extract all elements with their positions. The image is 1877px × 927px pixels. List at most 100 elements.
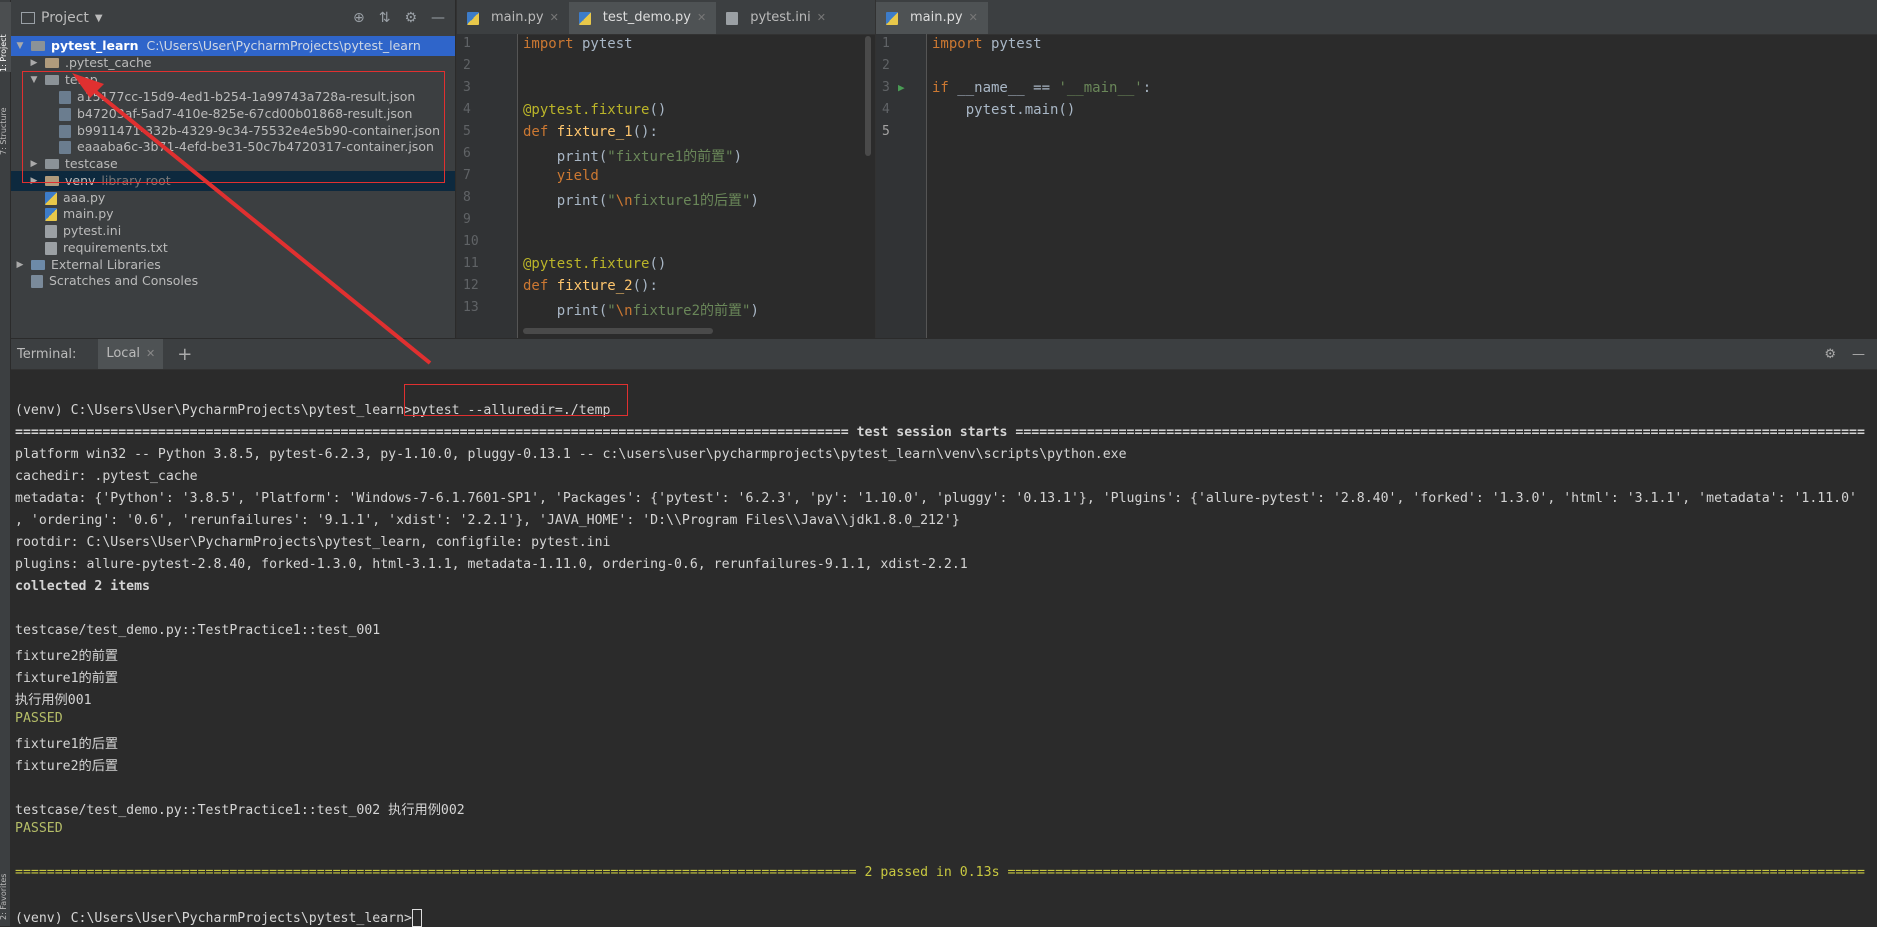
terminal-line: testcase/test_demo.py::TestPractice1::te…	[15, 803, 465, 818]
close-icon[interactable]: ✕	[550, 2, 559, 34]
terminal-line: 执行用例001	[15, 693, 92, 708]
terminal-line: cachedir: .pytest_cache	[15, 469, 198, 484]
editor-right-tabs: main.py ✕	[876, 0, 1877, 35]
code-line: yield	[556, 168, 599, 184]
close-icon[interactable]: ✕	[146, 339, 155, 369]
terminal-tab-local[interactable]: Local ✕	[98, 339, 164, 369]
project-view-selector[interactable]: Project ▼	[21, 10, 103, 26]
line-number: 3	[463, 80, 471, 95]
line-number: 2	[463, 58, 471, 73]
terminal-line: (venv) C:\Users\User\PycharmProjects\pyt…	[15, 909, 422, 927]
terminal-line: PASSED	[15, 821, 63, 836]
h-scrollbar[interactable]	[523, 328, 713, 334]
code-line: def fixture_1():	[523, 124, 658, 140]
code-line: def fixture_2():	[523, 278, 658, 294]
terminal-line: ========================================…	[15, 425, 1865, 440]
terminal-line: fixture2的前置	[15, 649, 119, 664]
editor-left: main.py ✕ test_demo.py ✕ pytest.ini ✕ 1 impo…	[456, 0, 875, 338]
tab-pytest-ini[interactable]: pytest.ini ✕	[716, 2, 836, 34]
code-line: print("\nfixture1的后置")	[523, 193, 759, 209]
python-file-icon	[467, 11, 479, 25]
scratches-icon	[31, 274, 43, 288]
minimize-icon[interactable]: —	[1852, 347, 1865, 362]
current-line-highlight	[927, 124, 1877, 146]
locate-icon[interactable]: ⊕	[353, 10, 365, 26]
folder-icon	[45, 58, 59, 68]
library-icon	[31, 260, 45, 270]
terminal-line: PASSED	[15, 711, 63, 726]
code-area[interactable]: 1 import pytest 2 3 if __name__ == '__main__…	[876, 34, 1877, 338]
terminal-line: rootdir: C:\Users\User\PycharmProjects\p…	[15, 535, 611, 550]
text-file-icon	[45, 241, 57, 255]
line-number: 4	[463, 102, 471, 117]
python-file-icon	[45, 191, 57, 205]
terminal-toolbar: Terminal: Local ✕ + ⚙ —	[11, 339, 1877, 370]
python-file-icon	[886, 11, 898, 25]
close-icon[interactable]: ✕	[969, 2, 978, 34]
line-number: 10	[463, 234, 479, 249]
gear-icon[interactable]: ⚙	[1824, 347, 1836, 362]
line-number: 8	[463, 190, 471, 205]
code-line: pytest.main()	[932, 102, 1076, 118]
line-number: 13	[463, 300, 479, 315]
code-line: print("fixture1的前置")	[523, 149, 743, 165]
new-terminal-icon[interactable]: +	[177, 344, 192, 365]
terminal-line: metadata: {'Python': '3.8.5', 'Platform'…	[15, 491, 1857, 506]
python-file-icon	[45, 207, 57, 221]
terminal-line: plugins: allure-pytest-2.8.40, forked-1.…	[15, 557, 968, 572]
ini-file-icon	[726, 11, 739, 25]
minimize-icon[interactable]: —	[431, 10, 445, 26]
line-number: 1	[882, 36, 890, 51]
project-title: Project	[41, 10, 89, 26]
annotation-box-temp	[22, 71, 445, 183]
line-number: 6	[463, 146, 471, 161]
terminal-label: Terminal:	[17, 346, 77, 362]
collapse-all-icon[interactable]: ⇅	[379, 10, 391, 26]
scrollbar[interactable]	[865, 36, 871, 156]
favorites-tool-tab[interactable]: 2: Favorites	[0, 850, 11, 920]
code-line: print("\nfixture2的前置")	[523, 303, 759, 319]
tree-item[interactable]: Scratches and Consoles	[11, 271, 455, 291]
tab-main-py[interactable]: main.py ✕	[457, 2, 569, 34]
terminal-line: fixture1的前置	[15, 671, 119, 686]
folder-icon	[31, 41, 45, 51]
gear-icon[interactable]: ⚙	[404, 10, 417, 26]
run-icon[interactable]: ▶	[898, 81, 905, 94]
code-line: if __name__ == '__main__':	[932, 80, 1152, 96]
line-number: 12	[463, 278, 479, 293]
line-number: 7	[463, 168, 471, 183]
terminal-line: platform win32 -- Python 3.8.5, pytest-6…	[15, 447, 1127, 462]
project-icon	[21, 12, 35, 24]
close-icon[interactable]: ✕	[697, 2, 706, 34]
structure-tool-tab[interactable]: 7: Structure	[0, 85, 11, 155]
line-number: 5	[463, 124, 471, 139]
terminal-line: ========================================…	[15, 865, 1865, 880]
text-file-icon	[45, 224, 57, 238]
python-file-icon	[578, 11, 591, 25]
project-tool-tab[interactable]: 1: Project	[0, 2, 11, 72]
code-line: import pytest	[932, 36, 1042, 52]
tab-test-demo-py[interactable]: test_demo.py ✕	[568, 2, 717, 34]
terminal-line: collected 2 items	[15, 579, 150, 594]
code-line: import pytest	[523, 36, 633, 52]
code-area[interactable]: 1 import pytest 2 3 4 @pytest.fixture() 5 def f…	[457, 34, 875, 338]
line-number: 5	[882, 124, 890, 139]
code-line: @pytest.fixture()	[523, 102, 667, 118]
terminal-line: testcase/test_demo.py::TestPractice1::te…	[15, 623, 381, 638]
terminal-line: fixture2的后置	[15, 759, 119, 774]
project-panel-header: Project ▼ ⊕ ⇅ ⚙ —	[11, 0, 455, 37]
line-number: 4	[882, 102, 890, 117]
chevron-down-icon: ▼	[94, 12, 103, 24]
line-number: 1	[463, 36, 471, 51]
tree-item-label: Scratches and Consoles	[49, 273, 199, 288]
left-tool-strip: 1: Project 7: Structure 2: Favorites	[0, 0, 11, 926]
terminal-line: fixture1的后置	[15, 737, 119, 752]
code-line: @pytest.fixture()	[523, 256, 667, 272]
line-number: 2	[882, 58, 890, 73]
annotation-box-command	[404, 384, 628, 416]
tab-main-py-right[interactable]: main.py ✕	[876, 2, 988, 34]
editor-left-tabs: main.py ✕ test_demo.py ✕ pytest.ini ✕	[457, 0, 875, 35]
terminal-panel: Terminal: Local ✕ + ⚙ — (venv) C:\Users\Us…	[11, 339, 1877, 927]
editor-right: main.py ✕ 1 import pytest 2 3 if __name__ == …	[875, 0, 1877, 338]
close-icon[interactable]: ✕	[817, 2, 826, 34]
